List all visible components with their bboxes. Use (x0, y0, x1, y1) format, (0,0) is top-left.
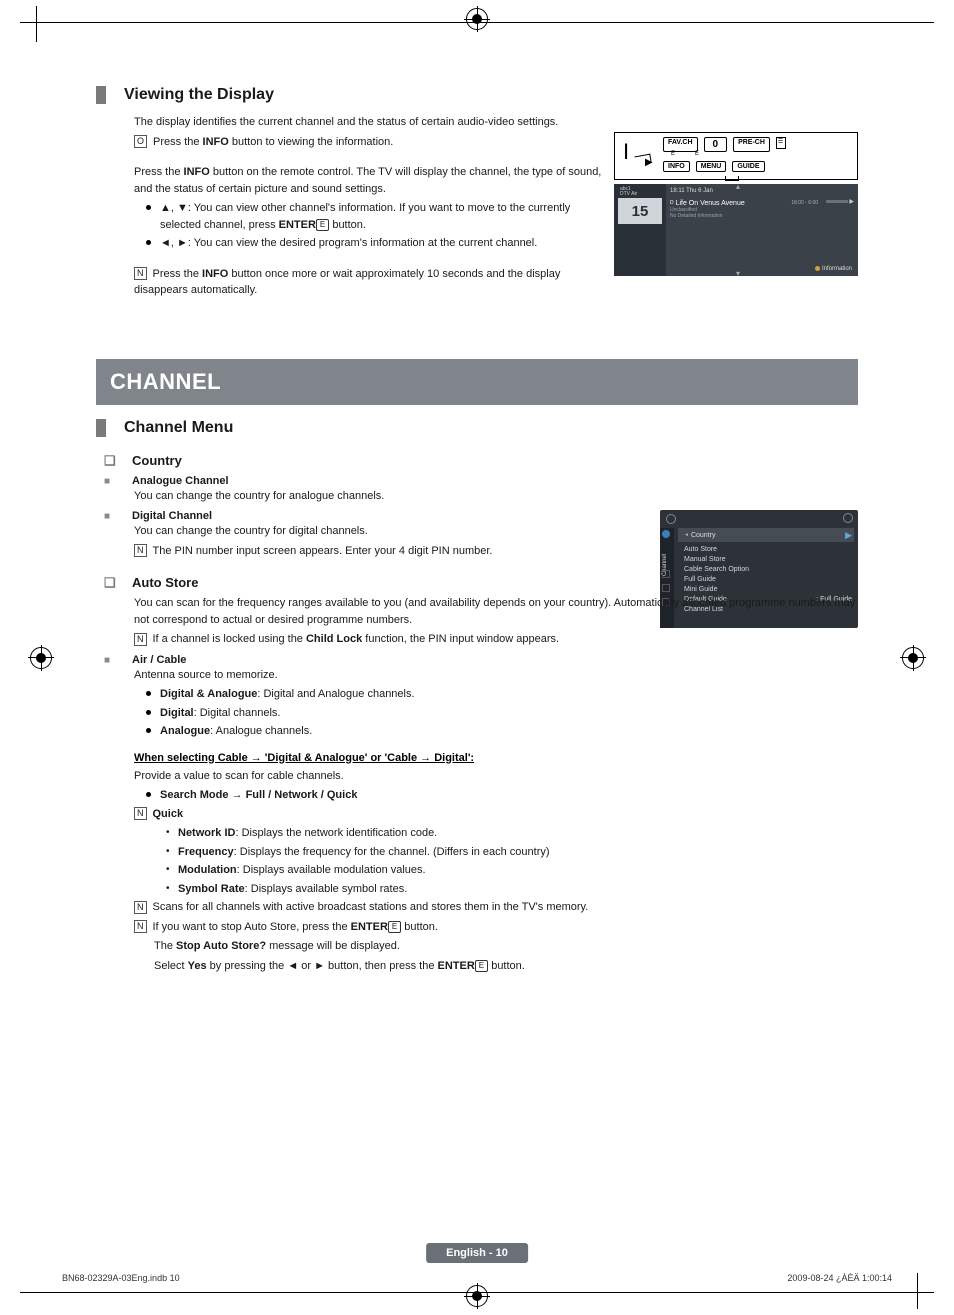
sub-title: Air / Cable (132, 654, 186, 666)
registration-mark-icon (466, 1285, 488, 1307)
list-item: Analogue: Analogue channels. (146, 723, 858, 740)
body-text: You can change the country for analogue … (134, 488, 858, 505)
section-header: Channel Menu (96, 419, 858, 437)
sub-marker: ■ (104, 476, 122, 487)
body-text: Select Yes by pressing the ◄ or ► button… (154, 958, 858, 975)
list-item: Digital & Analogue: Digital and Analogue… (146, 686, 858, 703)
body-text: Press the INFO button once more or wait … (134, 268, 560, 297)
note-icon: N (134, 267, 147, 280)
note-icon: O (134, 135, 147, 148)
enter-icon: E (316, 219, 329, 231)
note-icon: N (134, 920, 147, 933)
footer-left: BN68-02329A-03Eng.indb 10 (62, 1273, 180, 1283)
body-text: Provide a value to scan for cable channe… (134, 768, 858, 785)
sub-title: Analogue Channel (132, 475, 229, 487)
note-icon: N (134, 633, 147, 646)
enter-icon: E (388, 921, 401, 933)
channel-banner: CHANNEL (96, 359, 858, 405)
section-title: Channel Menu (124, 419, 233, 437)
q-marker: ❏ (104, 453, 122, 469)
body-text: If a channel is locked using the Child L… (153, 633, 560, 645)
page-footer: English - 10 (426, 1243, 528, 1263)
list-item: Digital: Digital channels. (146, 705, 858, 722)
body-text: Scans for all channels with active broad… (153, 901, 589, 913)
registration-mark-icon (466, 8, 488, 30)
body-text: If you want to stop Auto Store, press th… (153, 921, 438, 933)
note-icon: N (134, 901, 147, 914)
body-text: The display identifies the current chann… (134, 114, 614, 131)
registration-mark-icon (30, 647, 52, 669)
q-marker: ❏ (104, 575, 122, 591)
list-item: Modulation: Displays available modulatio… (166, 862, 858, 879)
body-text: Quick (153, 808, 184, 820)
enter-icon: E (475, 960, 488, 972)
note-icon: N (134, 807, 147, 820)
sub-marker: ■ (104, 511, 122, 522)
body-text: The Stop Auto Store? message will be dis… (154, 938, 858, 955)
body-text: Press the INFO button on the remote cont… (134, 164, 614, 197)
body-text: You can scan for the frequency ranges av… (134, 595, 858, 628)
body-text: Antenna source to memorize. (134, 667, 858, 684)
body-text: The PIN number input screen appears. Ent… (153, 545, 493, 557)
list-item: Symbol Rate: Displays available symbol r… (166, 881, 858, 898)
list-item: Frequency: Displays the frequency for th… (166, 844, 858, 861)
section-header: Viewing the Display (96, 86, 858, 104)
sub-title: Digital Channel (132, 510, 212, 522)
subsection-title: When selecting Cable → 'Digital & Analog… (134, 752, 858, 764)
sub-marker: ■ (104, 655, 122, 666)
section-title: Viewing the Display (124, 86, 274, 104)
body-text: Press the INFO button to viewing the inf… (153, 136, 393, 148)
footer-right: 2009-08-24 ¿ÀÈÄ 1:00:14 (787, 1273, 892, 1283)
list-item: Network ID: Displays the network identif… (166, 825, 858, 842)
body-text: You can change the country for digital c… (134, 523, 858, 540)
registration-mark-icon (902, 647, 924, 669)
list-item: ◄, ►: You can view the desired program's… (146, 235, 614, 252)
crop-line (917, 1273, 918, 1309)
list-item: Search Mode → Full / Network / Quick (146, 787, 858, 804)
q-title: Auto Store (132, 575, 198, 590)
note-icon: N (134, 544, 147, 557)
crop-line (36, 6, 37, 42)
q-title: Country (132, 453, 182, 468)
list-item: ▲, ▼: You can view other channel's infor… (146, 200, 614, 233)
